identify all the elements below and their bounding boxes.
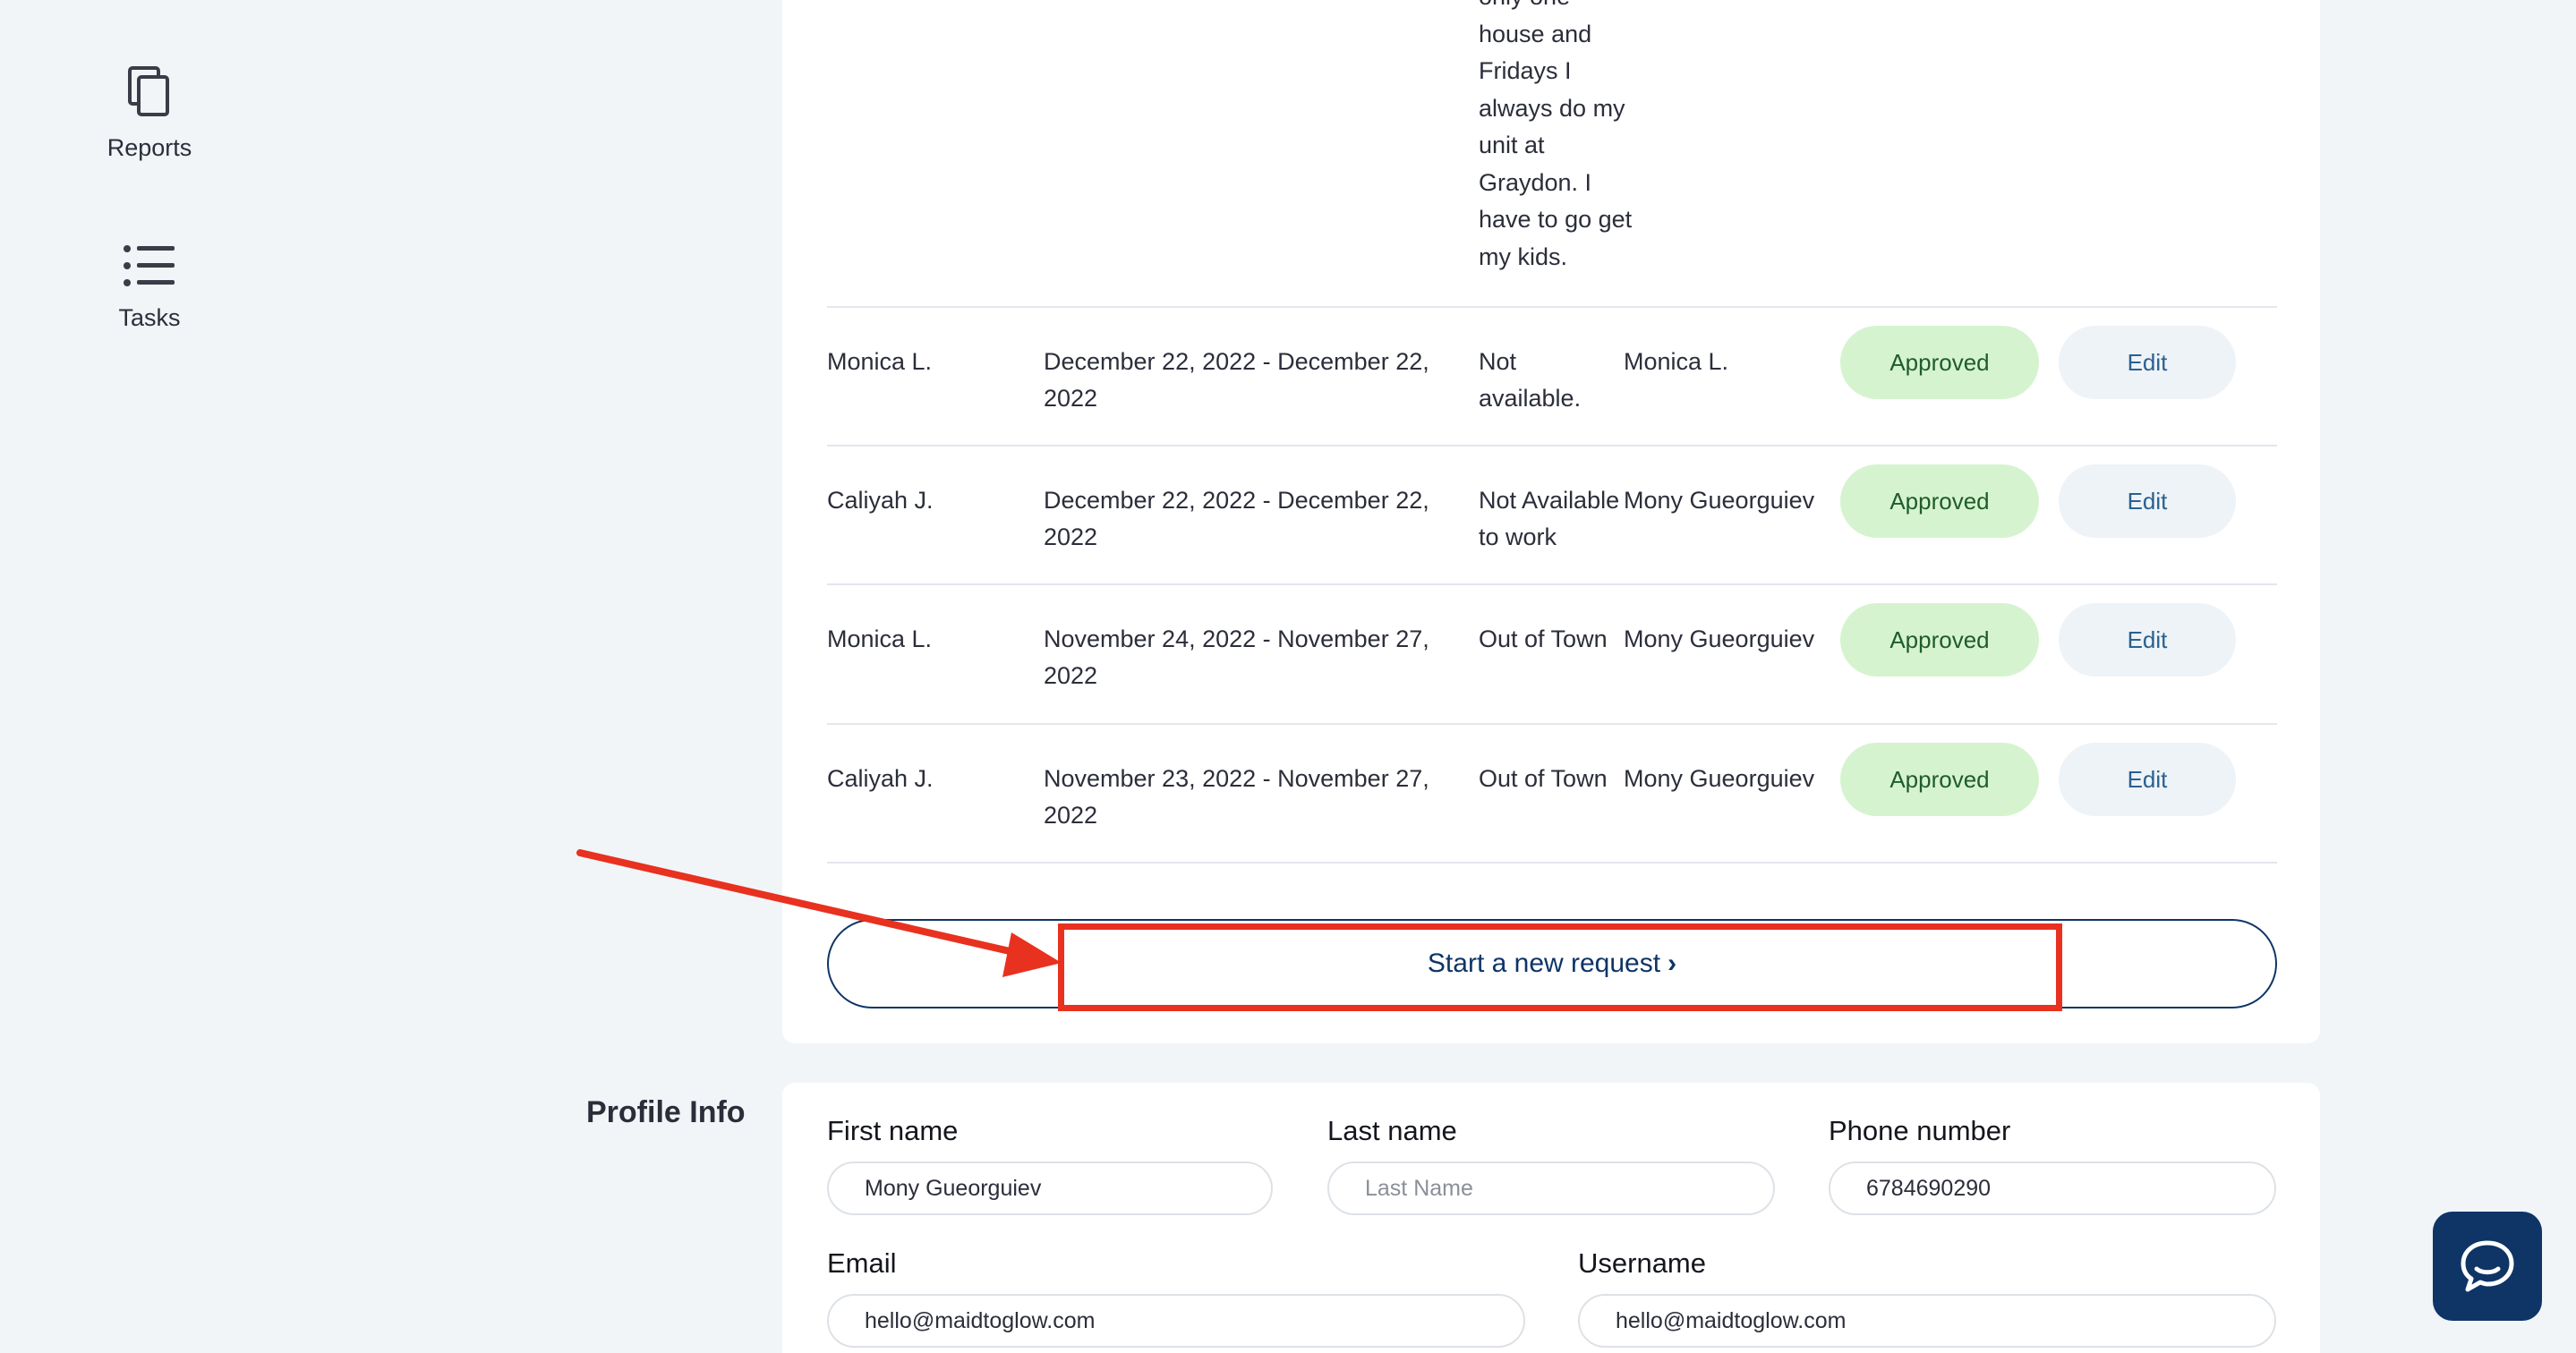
table-row: Monica L. November 24, 2022 - November 2… [827, 583, 2277, 722]
chevron-right-icon: › [1668, 949, 1677, 978]
note-line: have to go get [1479, 206, 1633, 233]
note-line: Graydon. I [1479, 168, 1592, 196]
chat-widget-button[interactable] [2433, 1212, 2542, 1321]
status-badge: Approved [1840, 464, 2039, 538]
approver-name: Mony Gueorguiev [1624, 487, 1815, 514]
sidebar-item-reports[interactable]: Reports [75, 64, 224, 162]
table-divider [827, 862, 2277, 864]
employee-name: Caliyah J. [827, 487, 934, 514]
first-name-label: First name [827, 1115, 959, 1146]
employee-name: Caliyah J. [827, 765, 934, 792]
request-reason: Not Available to work [1479, 487, 1620, 550]
edit-button[interactable]: Edit [2059, 603, 2236, 676]
request-note-overflow: only one house and Fridays I always do m… [1479, 0, 1640, 276]
username-label: Username [1578, 1247, 1706, 1279]
date-range: December 22, 2022 - December 22, 2022 [1044, 348, 1429, 412]
edit-button[interactable]: Edit [2059, 326, 2236, 399]
copy-icon [128, 66, 169, 116]
username-input[interactable] [1578, 1294, 2276, 1348]
request-reason: Not available. [1479, 348, 1582, 412]
start-new-request-button[interactable]: Start a new request › [827, 919, 2277, 1008]
employee-name: Monica L. [827, 348, 933, 375]
first-name-input[interactable] [827, 1162, 1273, 1215]
table-row: Caliyah J. December 22, 2022 - December … [827, 445, 2277, 583]
list-icon [124, 245, 175, 286]
approver-name: Mony Gueorguiev [1624, 625, 1815, 652]
request-reason: Out of Town [1479, 765, 1608, 792]
date-range: November 23, 2022 - November 27, 2022 [1044, 765, 1429, 829]
employee-name: Monica L. [827, 625, 933, 652]
note-line: only one [1479, 0, 1640, 16]
phone-number-label: Phone number [1829, 1115, 2011, 1146]
chat-bubble-icon [2461, 1240, 2514, 1292]
sidebar-item-label: Reports [107, 134, 192, 161]
edit-button[interactable]: Edit [2059, 743, 2236, 816]
request-reason: Out of Town [1479, 625, 1608, 652]
status-badge: Approved [1840, 603, 2039, 676]
start-new-request-label: Start a new request [1427, 949, 1661, 978]
note-line: house and [1479, 20, 1592, 47]
sidebar-item-tasks[interactable]: Tasks [75, 243, 224, 332]
note-line: always do my [1479, 94, 1625, 122]
note-line: my kids. [1479, 243, 1568, 270]
approver-name: Mony Gueorguiev [1624, 765, 1815, 792]
profile-info-title: Profile Info [586, 1095, 746, 1129]
status-badge: Approved [1840, 743, 2039, 816]
table-row: Caliyah J. November 23, 2022 - November … [827, 723, 2277, 862]
approver-name: Monica L. [1624, 348, 1729, 375]
note-line: unit at [1479, 132, 1545, 158]
status-badge: Approved [1840, 326, 2039, 399]
edit-button[interactable]: Edit [2059, 464, 2236, 538]
table-row: Monica L. December 22, 2022 - December 2… [827, 306, 2277, 445]
date-range: December 22, 2022 - December 22, 2022 [1044, 487, 1429, 550]
email-input[interactable] [827, 1294, 1525, 1348]
last-name-label: Last name [1327, 1115, 1457, 1146]
note-line: Fridays I [1479, 57, 1572, 84]
last-name-input[interactable] [1327, 1162, 1775, 1215]
phone-number-input[interactable] [1829, 1162, 2276, 1215]
date-range: November 24, 2022 - November 27, 2022 [1044, 625, 1429, 689]
email-label: Email [827, 1247, 897, 1279]
sidebar-item-label: Tasks [118, 304, 181, 331]
